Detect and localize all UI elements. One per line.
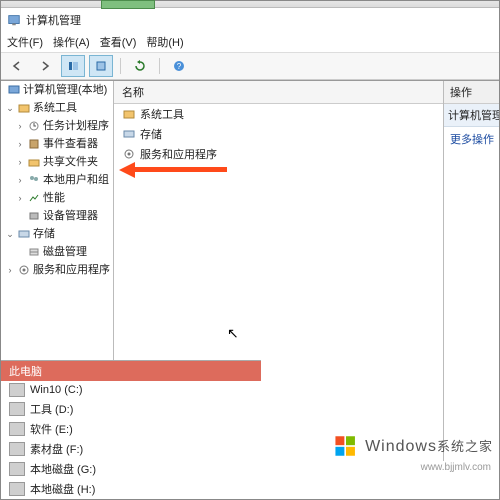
window-title: 计算机管理 (26, 12, 81, 28)
drive-row[interactable]: 本地磁盘 (H:) (1, 479, 261, 499)
drive-icon (9, 402, 25, 416)
list-item[interactable]: 系统工具 (114, 104, 443, 124)
toolbar: ? (1, 52, 499, 80)
expand-icon[interactable]: › (15, 155, 25, 169)
drive-icon (9, 422, 25, 436)
app-icon (7, 13, 21, 27)
forward-button[interactable] (33, 55, 57, 77)
tree-eventviewer[interactable]: › 事件查看器 (1, 135, 113, 153)
list-item[interactable]: 服务和应用程序 (114, 144, 443, 164)
watermark-url: www.bjjmlv.com (421, 462, 491, 473)
actions-context: 计算机管理(本地) (444, 104, 499, 127)
tree-systools[interactable]: ⌄ 系统工具 (1, 99, 113, 117)
item-label: 服务和应用程序 (140, 146, 217, 162)
drive-row[interactable]: Win10 (C:) (1, 381, 261, 399)
menu-help[interactable]: 帮助(H) (146, 34, 183, 50)
toolbar-button-2[interactable] (89, 55, 113, 77)
tree-diskmgmt[interactable]: 磁盘管理 (1, 243, 113, 261)
watermark: Windows系统之家 (333, 433, 493, 459)
computer-management-window: 计算机管理 文件(F) 操作(A) 查看(V) 帮助(H) ? 计算机管理(本地… (0, 0, 500, 500)
parent-tab[interactable] (101, 0, 155, 9)
expand-icon[interactable]: › (15, 173, 25, 187)
title-bar: 计算机管理 (1, 8, 499, 32)
expand-icon[interactable]: › (15, 137, 25, 151)
drive-label: Win10 (C:) (30, 384, 83, 396)
menu-bar: 文件(F) 操作(A) 查看(V) 帮助(H) (1, 32, 499, 52)
tree-storage[interactable]: ⌄ 存储 (1, 225, 113, 243)
tree-systools-label: 系统工具 (33, 101, 77, 115)
collapse-icon[interactable]: ⌄ (5, 227, 15, 241)
toolbar-button-1[interactable] (61, 55, 85, 77)
drive-label: 素材盘 (F:) (30, 441, 83, 457)
expand-icon[interactable]: › (15, 191, 25, 205)
tree-perf[interactable]: › 性能 (1, 189, 113, 207)
windows-logo-icon (333, 433, 359, 459)
help-button[interactable]: ? (167, 55, 191, 77)
drive-row[interactable]: 工具 (D:) (1, 399, 261, 419)
menu-action[interactable]: 操作(A) (53, 34, 90, 50)
drive-icon (9, 462, 25, 476)
more-actions-link[interactable]: 更多操作 (444, 127, 499, 151)
svg-text:?: ? (177, 62, 182, 71)
drive-icon (9, 482, 25, 496)
tree-shared[interactable]: › 共享文件夹 (1, 153, 113, 171)
tree-eventviewer-label: 事件查看器 (43, 137, 98, 151)
tree-devicemgr-label: 设备管理器 (43, 209, 98, 223)
tree-services-label: 服务和应用程序 (33, 263, 110, 277)
drive-label: 软件 (E:) (30, 421, 73, 437)
tree-root[interactable]: 计算机管理(本地) (1, 81, 113, 99)
tree-shared-label: 共享文件夹 (43, 155, 98, 169)
drive-label: 本地磁盘 (H:) (30, 481, 95, 497)
item-label: 存储 (140, 126, 162, 142)
tree-storage-label: 存储 (33, 227, 55, 241)
toolbar-separator (159, 58, 160, 74)
expand-icon[interactable]: › (15, 119, 25, 133)
drive-label: 工具 (D:) (30, 401, 73, 417)
collapse-icon[interactable]: ⌄ (5, 101, 15, 115)
tree-perf-label: 性能 (43, 191, 65, 205)
drive-icon (9, 442, 25, 456)
back-button[interactable] (5, 55, 29, 77)
explorer-panel: 此电脑 Win10 (C:) 工具 (D:) 软件 (E:) 素材盘 (F:) … (1, 360, 261, 499)
actions-panel: 操作 计算机管理(本地) 更多操作 (444, 81, 499, 461)
tree-services[interactable]: › 服务和应用程序 (1, 261, 113, 279)
drive-icon (9, 383, 25, 397)
expand-icon[interactable]: › (5, 263, 15, 277)
tree-scheduler[interactable]: › 任务计划程序 (1, 117, 113, 135)
toolbar-separator (120, 58, 121, 74)
item-label: 系统工具 (140, 106, 184, 122)
tree-root-label: 计算机管理(本地) (23, 83, 107, 97)
tree-diskmgmt-label: 磁盘管理 (43, 245, 87, 259)
explorer-header[interactable]: 此电脑 (1, 361, 261, 381)
drive-row[interactable]: 素材盘 (F:) (1, 439, 261, 459)
menu-file[interactable]: 文件(F) (7, 34, 43, 50)
list-item[interactable]: 存储 (114, 124, 443, 144)
drive-row[interactable]: 本地磁盘 (G:) (1, 459, 261, 479)
actions-header: 操作 (444, 81, 499, 104)
drive-label: 本地磁盘 (G:) (30, 461, 96, 477)
parent-window-strip (1, 1, 499, 8)
tree-localusers[interactable]: › 本地用户和组 (1, 171, 113, 189)
watermark-brand: Windows (365, 438, 437, 455)
menu-view[interactable]: 查看(V) (100, 34, 137, 50)
tree-localusers-label: 本地用户和组 (43, 173, 109, 187)
tree-devicemgr[interactable]: 设备管理器 (1, 207, 113, 225)
refresh-button[interactable] (128, 55, 152, 77)
detail-header[interactable]: 名称 (114, 81, 443, 104)
watermark-sub: 系统之家 (437, 439, 493, 454)
tree-scheduler-label: 任务计划程序 (43, 119, 109, 133)
drive-row[interactable]: 软件 (E:) (1, 419, 261, 439)
